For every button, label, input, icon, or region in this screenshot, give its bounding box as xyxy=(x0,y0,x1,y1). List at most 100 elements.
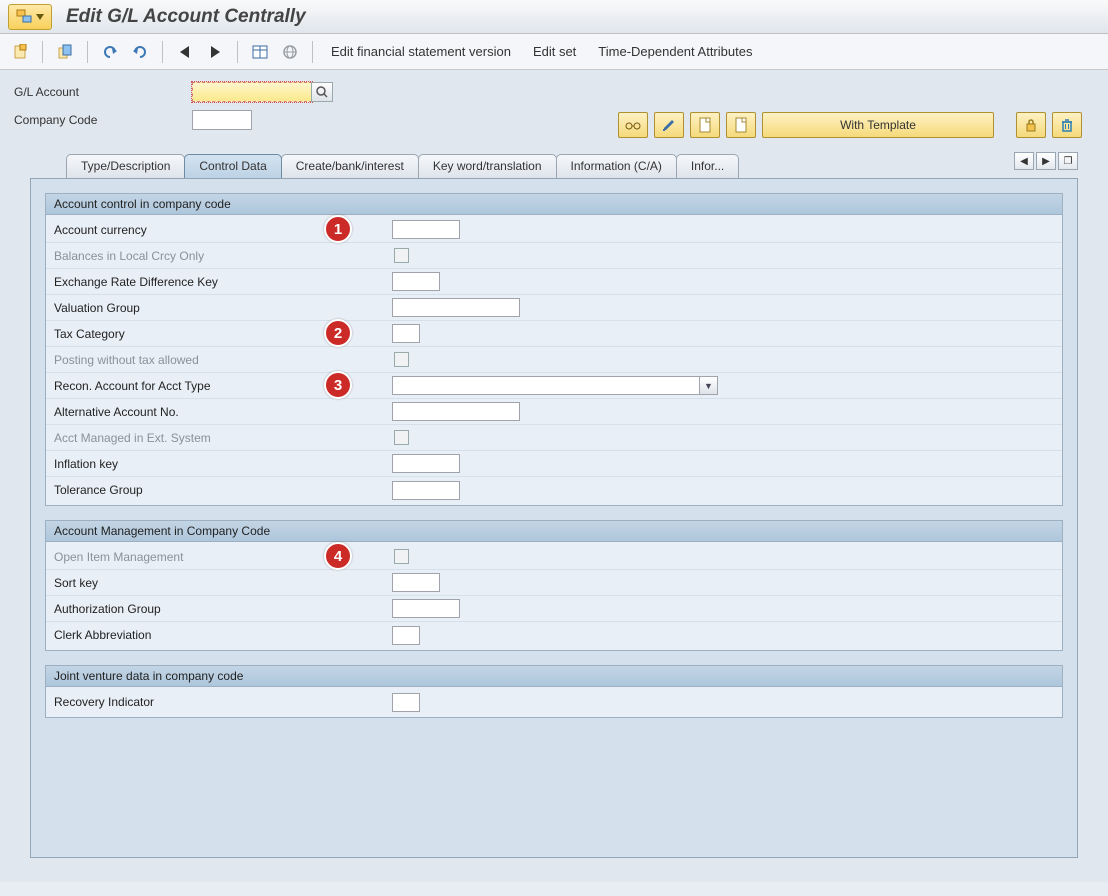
tab-nav: ◀ ▶ ❐ xyxy=(1014,152,1078,170)
field-input[interactable] xyxy=(392,402,520,421)
document-icon xyxy=(698,117,712,133)
toolbar-separator xyxy=(237,41,238,63)
toolbar-check-button[interactable] xyxy=(276,39,304,65)
toolbar-display-button[interactable] xyxy=(246,39,274,65)
pencil-icon xyxy=(662,118,676,132)
gl-account-search-help[interactable] xyxy=(311,82,333,102)
checkbox[interactable] xyxy=(394,430,409,445)
group-header: Account Management in Company Code xyxy=(46,521,1062,542)
table-icon xyxy=(252,45,268,59)
lock-button[interactable] xyxy=(1016,112,1046,138)
field-row: Recovery Indicator xyxy=(46,689,1062,715)
checkbox[interactable] xyxy=(394,549,409,564)
delete-button[interactable] xyxy=(1052,112,1082,138)
field-label: Balances in Local Crcy Only xyxy=(54,249,392,263)
toolbar-create-button[interactable] xyxy=(6,39,34,65)
toolbar-copy-button[interactable] xyxy=(51,39,79,65)
toolbar-prev-button[interactable] xyxy=(171,39,199,65)
toolbar-link-fsv[interactable]: Edit financial statement version xyxy=(331,44,511,59)
company-code-label: Company Code xyxy=(14,113,192,127)
field-row: Balances in Local Crcy Only xyxy=(46,243,1062,269)
field-input[interactable] xyxy=(392,454,460,473)
field-input[interactable] xyxy=(392,272,440,291)
tab-key-word-translation[interactable]: Key word/translation xyxy=(418,154,557,178)
field-input[interactable] xyxy=(392,481,460,500)
tab-list-button[interactable]: ❐ xyxy=(1058,152,1078,170)
field-row: Sort key xyxy=(46,570,1062,596)
copy-icon xyxy=(57,44,73,60)
field-row: Authorization Group xyxy=(46,596,1062,622)
field-label: Recovery Indicator xyxy=(54,695,392,709)
field-input[interactable] xyxy=(392,626,420,645)
annotation-badge: 2 xyxy=(324,319,352,347)
field-row: Exchange Rate Difference Key xyxy=(46,269,1062,295)
gl-account-label: G/L Account xyxy=(14,85,192,99)
triangle-right-icon xyxy=(210,46,220,58)
toolbar-undo-button[interactable] xyxy=(96,39,124,65)
group: Joint venture data in company code Recove… xyxy=(45,665,1063,718)
field-label: Valuation Group xyxy=(54,301,392,315)
field-row: Account currency1 xyxy=(46,217,1062,243)
document-icon xyxy=(734,117,748,133)
field-row: Tax Category2 xyxy=(46,321,1062,347)
tab-information-c-a-[interactable]: Information (C/A) xyxy=(556,154,677,178)
tab-scroll-right[interactable]: ▶ xyxy=(1036,152,1056,170)
field-label: Inflation key xyxy=(54,457,392,471)
chevron-down-icon[interactable]: ▼ xyxy=(700,376,718,395)
field-row: Clerk Abbreviation xyxy=(46,622,1062,648)
context-menu-button[interactable] xyxy=(8,4,52,30)
checkbox[interactable] xyxy=(394,352,409,367)
field-row: Posting without tax allowed xyxy=(46,347,1062,373)
group: Account control in company codeAccount c… xyxy=(45,193,1063,506)
tab-type-description[interactable]: Type/Description xyxy=(66,154,185,178)
field-input[interactable] xyxy=(392,599,460,618)
lock-icon xyxy=(1024,118,1038,132)
field-label: Clerk Abbreviation xyxy=(54,628,392,642)
field-row: Valuation Group xyxy=(46,295,1062,321)
redo-icon xyxy=(132,45,148,59)
create-ref-button[interactable] xyxy=(726,112,756,138)
field-input[interactable] xyxy=(392,220,460,239)
checkbox[interactable] xyxy=(394,248,409,263)
group: Account Management in Company CodeOpen I… xyxy=(45,520,1063,651)
group-header: Joint venture data in company code xyxy=(46,666,1062,687)
title-bar: Edit G/L Account Centrally xyxy=(0,0,1108,34)
toolbar-separator xyxy=(87,41,88,63)
gl-account-input[interactable] xyxy=(192,82,312,102)
field-row: Acct Managed in Ext. System xyxy=(46,425,1062,451)
toolbar-next-button[interactable] xyxy=(201,39,229,65)
field-input[interactable] xyxy=(392,298,520,317)
field-input[interactable] xyxy=(392,324,420,343)
chevron-down-icon xyxy=(36,13,44,21)
field-input[interactable] xyxy=(392,693,420,712)
globe-check-icon xyxy=(282,44,298,60)
tab-control-data[interactable]: Control Data xyxy=(184,154,281,178)
dropdown-input[interactable] xyxy=(392,376,700,395)
annotation-badge: 4 xyxy=(324,542,352,570)
field-label: Tolerance Group xyxy=(54,483,392,497)
toolbar-redo-button[interactable] xyxy=(126,39,154,65)
display-change-button[interactable] xyxy=(618,112,648,138)
tab-create-bank-interest[interactable]: Create/bank/interest xyxy=(281,154,419,178)
field-row: Open Item Management4 xyxy=(46,544,1062,570)
with-template-button[interactable]: With Template xyxy=(762,112,994,138)
company-code-input[interactable] xyxy=(192,110,252,130)
toolbar-separator xyxy=(42,41,43,63)
tab-infor-[interactable]: Infor... xyxy=(676,154,739,178)
field-label: Posting without tax allowed xyxy=(54,353,392,367)
trash-icon xyxy=(1060,118,1074,132)
toolbar-link-timedep[interactable]: Time-Dependent Attributes xyxy=(598,44,752,59)
field-input[interactable] xyxy=(392,573,440,592)
toolbar-link-editset[interactable]: Edit set xyxy=(533,44,576,59)
with-template-label: With Template xyxy=(840,118,916,132)
triangle-left-icon xyxy=(180,46,190,58)
toolbar-separator xyxy=(312,41,313,63)
create-button[interactable] xyxy=(690,112,720,138)
field-label: Exchange Rate Difference Key xyxy=(54,275,392,289)
tab-scroll-left[interactable]: ◀ xyxy=(1014,152,1034,170)
header-area: G/L Account Company Code With Template T… xyxy=(0,70,1108,882)
page-title: Edit G/L Account Centrally xyxy=(66,6,306,28)
field-row: Recon. Account for Acct Type▼3 xyxy=(46,373,1062,399)
field-row: Inflation key xyxy=(46,451,1062,477)
edit-button[interactable] xyxy=(654,112,684,138)
